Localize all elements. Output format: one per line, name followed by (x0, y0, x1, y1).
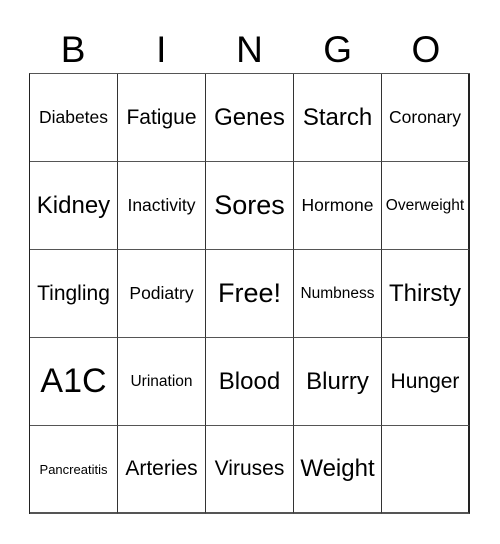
bingo-cell[interactable]: Weight (294, 426, 382, 514)
bingo-cell[interactable]: Diabetes (30, 74, 118, 162)
bingo-cell[interactable]: Tingling (30, 250, 118, 338)
bingo-cell[interactable]: Podiatry (118, 250, 206, 338)
header-letter-n: N (236, 29, 263, 70)
header-letter-b: B (60, 29, 86, 70)
bingo-cell[interactable]: Kidney (30, 162, 118, 250)
header-letter-g: G (323, 29, 353, 70)
empty-cell[interactable] (382, 426, 470, 514)
bingo-cell[interactable]: Urination (118, 338, 206, 426)
header-letter-o: O (411, 29, 441, 70)
bingo-cell[interactable]: Inactivity (118, 162, 206, 250)
bingo-cell[interactable]: Sores (206, 162, 294, 250)
bingo-cell[interactable]: Fatigue (118, 74, 206, 162)
bingo-cell[interactable]: Hormone (294, 162, 382, 250)
free-space-cell[interactable]: Free! (206, 250, 294, 338)
bingo-cell[interactable]: Pancreatitis (30, 426, 118, 514)
bingo-cell[interactable]: Arteries (118, 426, 206, 514)
bingo-cell[interactable]: Overweight (382, 162, 470, 250)
bingo-cell[interactable]: Starch (294, 74, 382, 162)
bingo-cell[interactable]: Genes (206, 74, 294, 162)
bingo-cell[interactable]: Hunger (382, 338, 470, 426)
bingo-cell[interactable]: Blurry (294, 338, 382, 426)
bingo-cell[interactable]: Viruses (206, 426, 294, 514)
bingo-cell[interactable]: Blood (206, 338, 294, 426)
bingo-cell[interactable]: Numbness (294, 250, 382, 338)
header-letter-i: I (156, 29, 167, 70)
bingo-cell[interactable]: Coronary (382, 74, 470, 162)
bingo-cell[interactable]: A1C (30, 338, 118, 426)
bingo-cell[interactable]: Thirsty (382, 250, 470, 338)
bingo-header: B I N G O (29, 30, 470, 70)
bingo-grid: Diabetes Fatigue Genes Starch Coronary K… (29, 73, 470, 514)
